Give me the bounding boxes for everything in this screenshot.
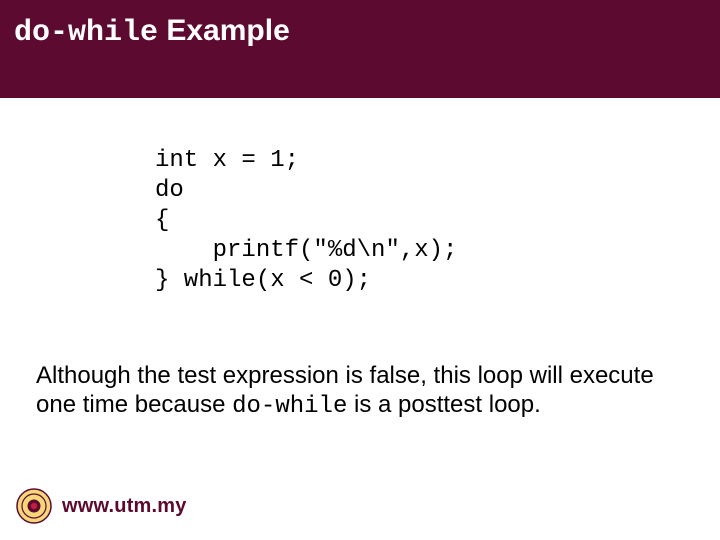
title-code-keyword: do-while — [14, 16, 158, 50]
explain-post: is a posttest loop. — [347, 391, 540, 418]
title-rest: Example — [158, 14, 290, 47]
explanation-text: Although the test expression is false, t… — [36, 362, 684, 422]
slide-title: do-while Example — [0, 0, 720, 98]
footer-url: www.utm.my — [62, 495, 187, 518]
explain-code: do-while — [232, 393, 347, 420]
footer: www.utm.my — [16, 488, 187, 524]
code-example: int x = 1; do { printf("%d\n",x); } whil… — [155, 146, 720, 296]
utm-logo-icon — [16, 488, 52, 524]
